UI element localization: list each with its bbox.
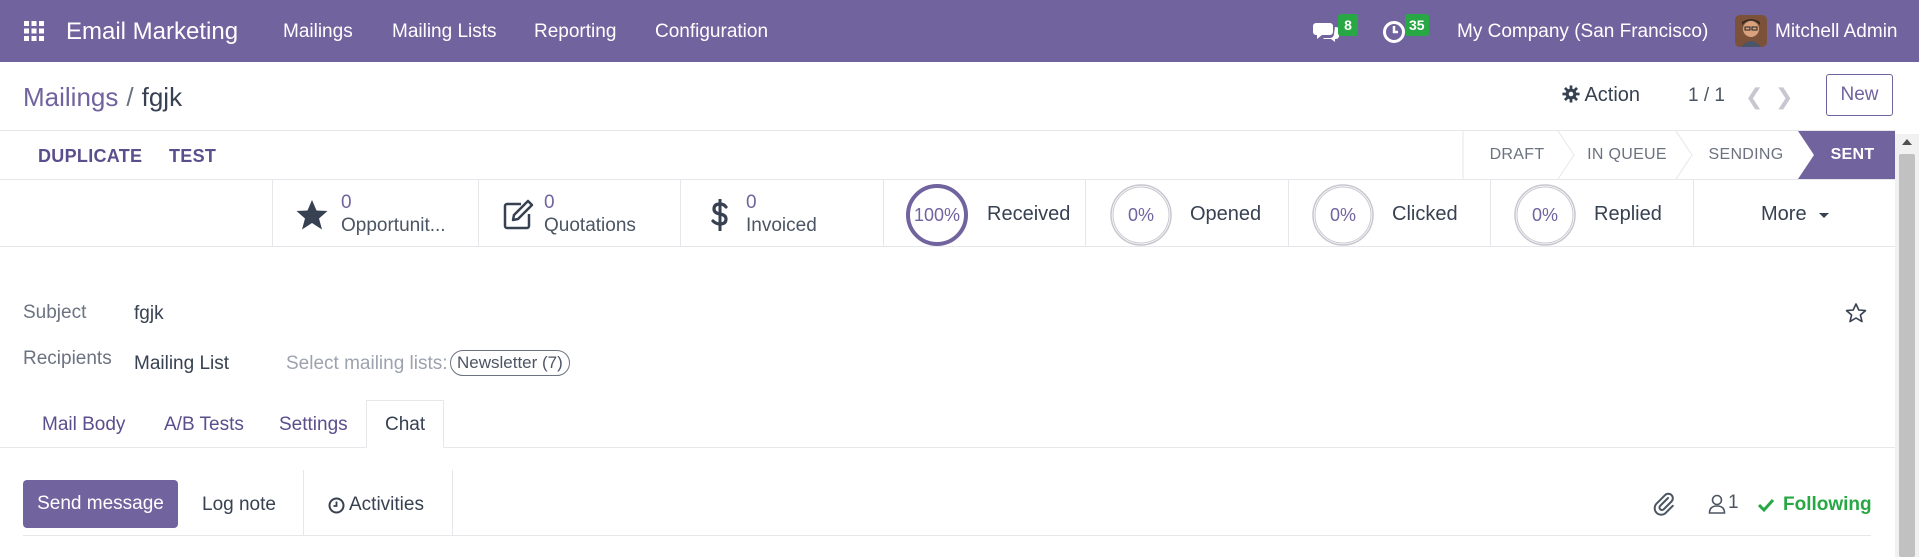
opportunities-label: Opportunit... <box>341 215 446 236</box>
clock-icon <box>328 497 345 514</box>
menu-mailing-lists[interactable]: Mailing Lists <box>392 21 497 43</box>
more-stat-button[interactable]: More <box>1693 180 1895 247</box>
page-title: fgjk <box>141 82 183 112</box>
test-button[interactable]: TEST <box>169 146 216 167</box>
more-label: More <box>1761 203 1807 225</box>
stage-sending[interactable]: SENDING <box>1690 131 1802 179</box>
tabs-divider <box>0 447 1895 448</box>
scroll-up-arrow[interactable] <box>1902 139 1912 145</box>
activities-badge: 35 <box>1405 14 1429 36</box>
action-button[interactable]: Action <box>1562 84 1640 107</box>
quotations-stat-button[interactable]: 0 Quotations <box>478 180 680 247</box>
invoiced-label: Invoiced <box>746 215 817 236</box>
top-navbar: Email Marketing Mailings Mailing Lists R… <box>0 0 1919 62</box>
activities-label: Activities <box>349 494 424 515</box>
user-menu[interactable]: Mitchell Admin <box>1775 21 1898 43</box>
apps-grid-icon[interactable] <box>22 19 46 43</box>
send-message-button[interactable]: Send message <box>23 480 178 528</box>
quotations-label: Quotations <box>544 215 636 236</box>
stage-in-queue[interactable]: IN QUEUE <box>1572 131 1682 179</box>
recipients-label: Recipients <box>23 348 112 369</box>
menu-reporting[interactable]: Reporting <box>534 21 616 43</box>
tab-settings[interactable]: Settings <box>279 414 348 436</box>
mailing-list-tag[interactable]: Newsletter (7) <box>450 350 570 376</box>
chevron-left-icon[interactable]: ❮ <box>1745 84 1763 110</box>
replied-label: Replied <box>1594 203 1662 225</box>
opportunities-stat-button[interactable]: 0 Opportunit... <box>272 180 478 247</box>
recipients-field[interactable]: Mailing List <box>134 353 229 375</box>
new-button[interactable]: New <box>1826 74 1893 116</box>
company-switcher[interactable]: My Company (San Francisco) <box>1457 21 1708 43</box>
star-outline-icon[interactable] <box>1845 302 1867 324</box>
tab-chat[interactable]: Chat <box>385 414 425 436</box>
received-label: Received <box>987 203 1071 225</box>
followers-count[interactable]: 1 <box>1728 492 1739 514</box>
opened-label: Opened <box>1190 203 1262 225</box>
invoiced-count: 0 <box>746 192 757 213</box>
invoiced-stat-button[interactable]: 0 Invoiced <box>680 180 883 247</box>
clicked-stat-button[interactable]: 0% Clicked <box>1288 180 1490 247</box>
opportunities-count: 0 <box>341 192 352 213</box>
messages-badge: 8 <box>1338 14 1358 36</box>
activities-button[interactable]: Activities <box>303 470 453 535</box>
quotations-count: 0 <box>544 192 555 213</box>
tab-mail-body[interactable]: Mail Body <box>42 414 125 436</box>
stage-sent[interactable]: SENT <box>1810 131 1895 179</box>
dollar-icon <box>711 199 728 231</box>
received-stat-button[interactable]: 100% Received <box>883 180 1085 247</box>
chevron-right-icon[interactable]: ❯ <box>1775 84 1793 110</box>
duplicate-button[interactable]: DUPLICATE <box>38 146 142 167</box>
clicked-label: Clicked <box>1392 203 1458 225</box>
replied-percent: 0% <box>1531 205 1558 225</box>
paperclip-icon[interactable] <box>1652 492 1676 516</box>
pager-value[interactable]: 1 / 1 <box>1688 85 1725 107</box>
gear-icon <box>1562 85 1580 103</box>
subject-label: Subject <box>23 302 87 323</box>
received-percent: 100% <box>913 205 961 225</box>
app-title[interactable]: Email Marketing <box>66 18 238 46</box>
avatar[interactable] <box>1735 15 1767 47</box>
stage-draft[interactable]: DRAFT <box>1472 131 1562 179</box>
subject-field[interactable]: fgjk <box>134 303 164 325</box>
breadcrumb-separator: / <box>126 82 134 112</box>
caret-down-icon <box>1819 213 1829 218</box>
log-note-button[interactable]: Log note <box>202 494 276 516</box>
following-button[interactable]: Following <box>1783 494 1872 516</box>
chatter-divider <box>23 535 1871 536</box>
action-label: Action <box>1584 84 1641 106</box>
stat-buttons: 0 Opportunit... 0 Quotations 0 Invoiced … <box>0 180 1895 247</box>
opened-percent: 0% <box>1127 205 1154 225</box>
menu-mailings[interactable]: Mailings <box>283 21 353 43</box>
breadcrumb: Mailings / fgjk <box>23 82 182 113</box>
breadcrumb-mailings[interactable]: Mailings <box>23 82 118 112</box>
tab-ab-tests[interactable]: A/B Tests <box>164 414 244 436</box>
check-icon <box>1757 498 1775 513</box>
replied-stat-button[interactable]: 0% Replied <box>1490 180 1693 247</box>
divider <box>0 246 1895 247</box>
edit-icon <box>503 199 534 230</box>
user-icon[interactable] <box>1708 494 1726 514</box>
menu-configuration[interactable]: Configuration <box>655 21 768 43</box>
opened-stat-button[interactable]: 0% Opened <box>1085 180 1288 247</box>
select-mailing-lists-label: Select mailing lists: <box>286 353 448 374</box>
scroll-thumb[interactable] <box>1899 154 1915 557</box>
star-icon <box>296 200 328 230</box>
clicked-percent: 0% <box>1329 205 1356 225</box>
scrollbar[interactable] <box>1895 134 1919 557</box>
